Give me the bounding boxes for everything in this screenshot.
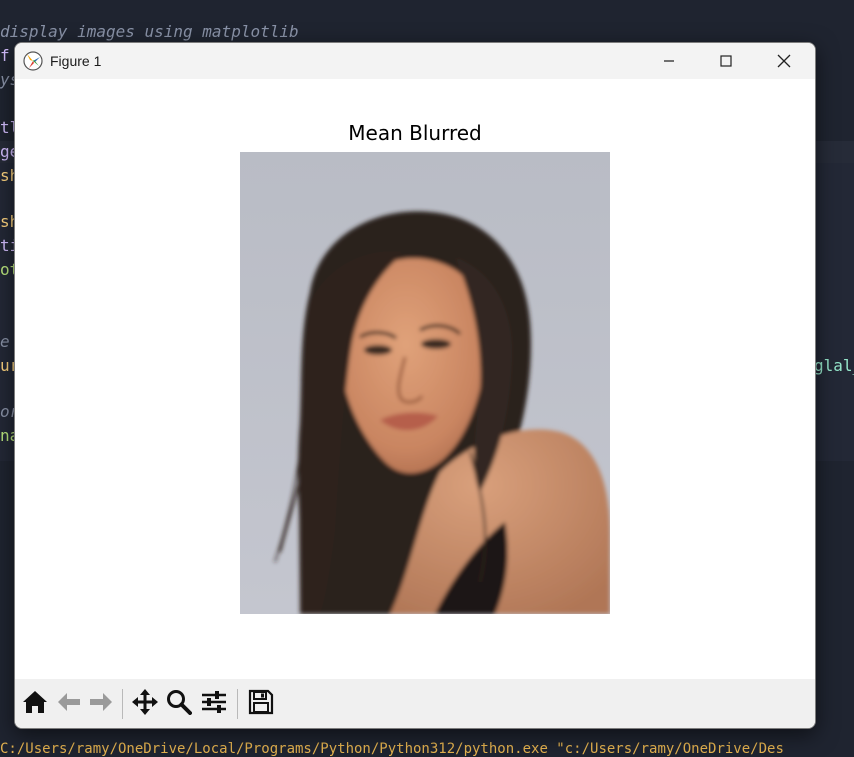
pan-button[interactable] — [128, 687, 162, 721]
toolbar-separator — [237, 688, 238, 719]
home-icon — [21, 689, 49, 719]
zoom-button[interactable] — [162, 687, 196, 721]
code-fragment: f — [0, 46, 10, 65]
figure-canvas[interactable]: Mean Blurred — [15, 79, 815, 679]
zoom-icon — [166, 689, 192, 719]
blurred-portrait-image — [240, 152, 610, 614]
navigation-toolbar — [15, 679, 815, 728]
back-arrow-icon — [56, 691, 82, 717]
forward-button[interactable] — [85, 687, 117, 721]
close-icon — [777, 54, 791, 68]
close-button[interactable] — [755, 43, 813, 79]
pan-icon — [131, 688, 159, 720]
code-fragment: e — [0, 332, 10, 351]
configure-subplots-icon — [201, 690, 227, 718]
plot-title: Mean Blurred — [348, 121, 482, 145]
toolbar-separator — [122, 688, 123, 719]
home-button[interactable] — [17, 687, 53, 721]
window-titlebar[interactable]: Figure 1 — [15, 43, 815, 79]
window-title: Figure 1 — [50, 53, 102, 69]
code-comment-line: display images using matplotlib — [0, 22, 299, 41]
minimize-icon — [663, 55, 675, 67]
save-icon — [248, 689, 274, 719]
minimize-button[interactable] — [640, 43, 698, 79]
configure-subplots-button[interactable] — [196, 687, 232, 721]
figure-window: Figure 1 Mean Blurred — [14, 42, 816, 729]
back-button[interactable] — [53, 687, 85, 721]
code-fragment-right: glal_ — [814, 356, 854, 375]
terminal-command-line: C:/Users/ramy/OneDrive/Local/Programs/Py… — [0, 741, 784, 757]
maximize-button[interactable] — [697, 43, 755, 79]
save-button[interactable] — [243, 687, 279, 721]
forward-arrow-icon — [88, 691, 114, 717]
matplotlib-app-icon — [23, 51, 43, 71]
maximize-icon — [720, 55, 732, 67]
